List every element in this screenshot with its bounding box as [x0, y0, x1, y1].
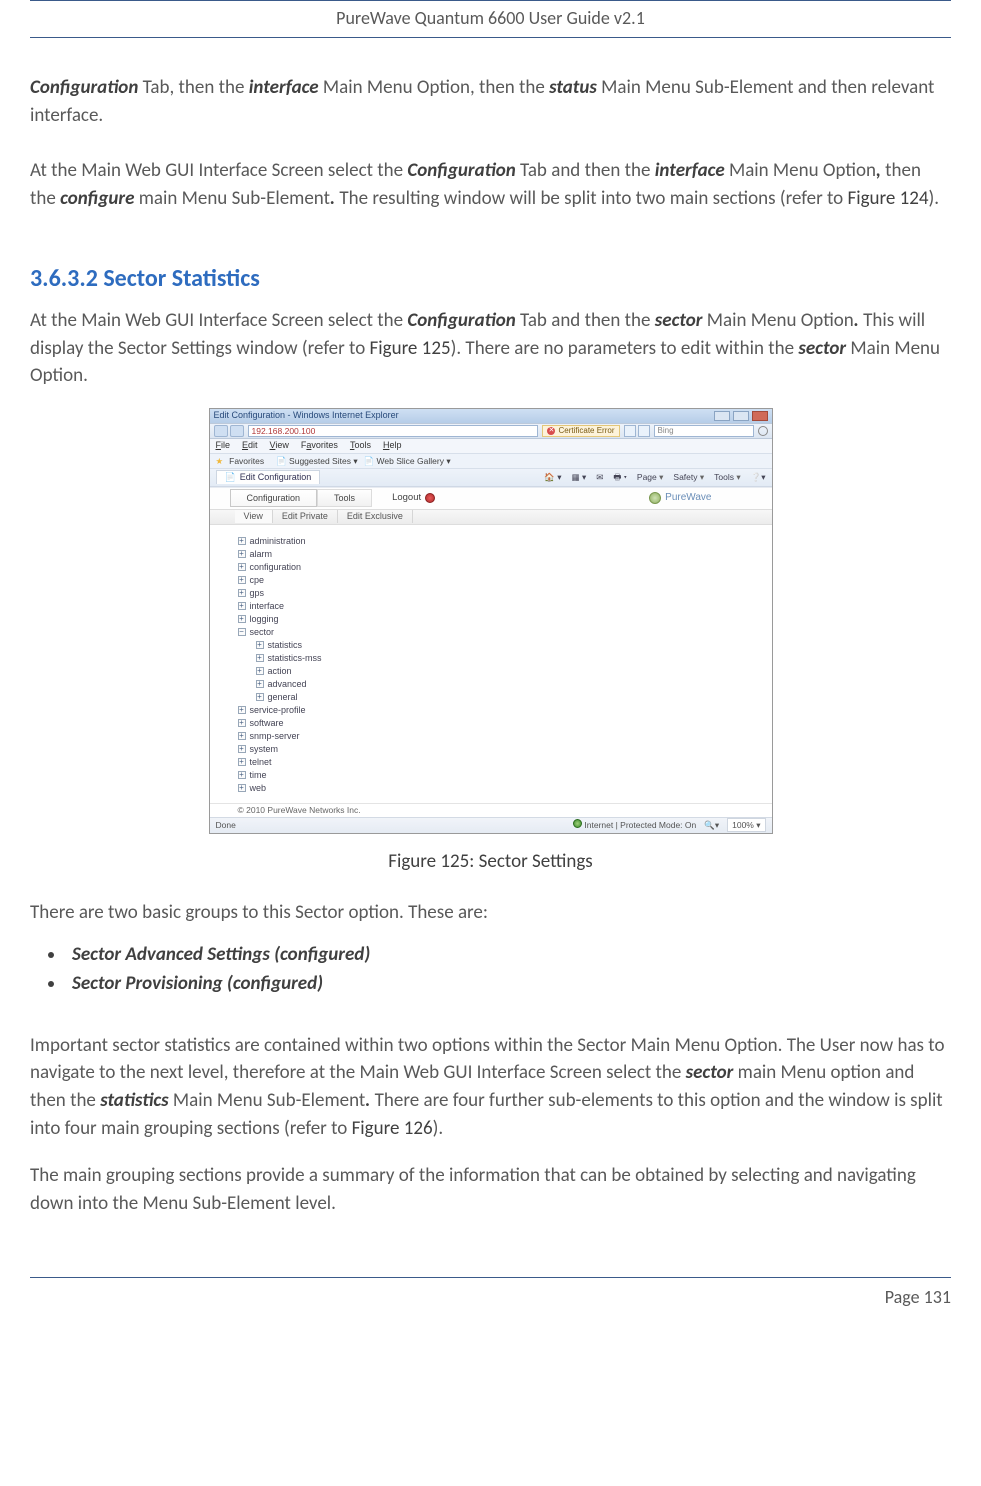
tree-item-telnet[interactable]: +telnet: [238, 756, 772, 769]
ie-safety-menu[interactable]: Safety: [673, 471, 704, 483]
figure-125-caption: Figure 125: Sector Settings: [30, 848, 951, 876]
tree-item-alarm[interactable]: +alarm: [238, 548, 772, 561]
tree-item-cpe[interactable]: +cpe: [238, 574, 772, 587]
app-copyright: © 2010 PureWave Networks Inc.: [210, 803, 772, 817]
tree-item-logging[interactable]: +logging: [238, 613, 772, 626]
figure-125-link: Figure 125: [370, 337, 451, 360]
search-icon[interactable]: [758, 426, 768, 436]
paragraph-3: At the Main Web GUI Interface Screen sel…: [30, 307, 951, 390]
menu-help[interactable]: Help: [383, 439, 402, 452]
address-bar[interactable]: 192.168.200.100: [248, 425, 539, 437]
close-button[interactable]: [752, 411, 768, 421]
tree-item-time[interactable]: +time: [238, 769, 772, 782]
statusbar-left: Done: [216, 819, 236, 831]
nav-tree: +administration +alarm +configuration +c…: [210, 525, 772, 803]
feed-icon[interactable]: ▦ ▾: [572, 471, 587, 483]
page-header: PureWave Quantum 6600 User Guide v2.1: [30, 0, 951, 38]
tree-item-web[interactable]: +web: [238, 782, 772, 795]
forward-button[interactable]: [230, 425, 244, 437]
ie-tools-menu[interactable]: Tools: [714, 471, 740, 483]
favorites-label[interactable]: Favorites: [229, 455, 264, 467]
help-icon[interactable]: ❔▾: [751, 471, 766, 483]
paragraph-5: Important sector statistics are containe…: [30, 1032, 951, 1142]
refresh-button[interactable]: [624, 425, 636, 437]
back-button[interactable]: [214, 425, 228, 437]
list-item: Sector Provisioning (configured): [66, 970, 951, 998]
browser-tab[interactable]: 📄 Edit Configuration: [216, 470, 321, 484]
zoom-level[interactable]: 100% ▾: [727, 818, 765, 832]
term-configuration: Configuration: [30, 76, 138, 99]
menu-favorites[interactable]: Favorites: [301, 439, 338, 452]
app-tab-tools[interactable]: Tools: [317, 489, 372, 507]
menu-file[interactable]: File: [216, 439, 231, 452]
view-tab-view[interactable]: View: [235, 510, 273, 523]
minimize-button[interactable]: [714, 411, 730, 421]
tree-item-service-profile[interactable]: +service-profile: [238, 704, 772, 717]
tree-item-snmp-server[interactable]: +snmp-server: [238, 730, 772, 743]
term-status: status: [549, 76, 597, 99]
page-number: Page 131: [885, 1286, 951, 1308]
brand-logo: PureWave: [649, 491, 711, 506]
favorite-suggested-sites[interactable]: 📄 Suggested Sites ▾: [276, 455, 358, 467]
tree-item-interface[interactable]: +interface: [238, 600, 772, 613]
logout-icon: [425, 493, 435, 503]
tree-item-software[interactable]: +software: [238, 717, 772, 730]
home-icon[interactable]: 🏠 ▾: [544, 471, 561, 483]
app-tab-configuration[interactable]: Configuration: [230, 489, 318, 507]
zoom-out-icon[interactable]: 🔍▾: [704, 819, 719, 831]
search-input[interactable]: Bing: [654, 425, 754, 437]
paragraph-4: There are two basic groups to this Secto…: [30, 899, 951, 927]
ie-page-menu[interactable]: Page: [637, 471, 664, 483]
view-tab-edit-private[interactable]: Edit Private: [273, 510, 338, 523]
certificate-error-badge[interactable]: ✕ Certificate Error: [542, 425, 619, 437]
section-heading: 3.6.3.2 Sector Statistics: [30, 262, 951, 297]
favorite-web-slice-gallery[interactable]: 📄 Web Slice Gallery ▾: [364, 455, 451, 467]
mail-icon[interactable]: ✉: [596, 471, 603, 483]
favorites-icon[interactable]: ★: [216, 455, 224, 467]
menu-view[interactable]: View: [270, 439, 289, 452]
page-footer: Page 131: [30, 1277, 951, 1310]
tree-item-action[interactable]: +action: [256, 665, 772, 678]
stop-button[interactable]: [638, 425, 650, 437]
certificate-error-icon: ✕: [547, 427, 555, 435]
figure-124-link: Figure 124: [847, 187, 928, 210]
tree-item-advanced[interactable]: +advanced: [256, 678, 772, 691]
paragraph-continuation: Configuration Tab, then the interface Ma…: [30, 74, 951, 129]
tree-item-statistics-mss[interactable]: +statistics-mss: [256, 652, 772, 665]
logout-button[interactable]: Logout: [392, 491, 435, 505]
term-interface: interface: [249, 76, 319, 99]
print-icon[interactable]: 🖶 ▾: [613, 471, 627, 483]
tree-item-sector[interactable]: −sector: [238, 626, 772, 639]
tree-item-configuration[interactable]: +configuration: [238, 561, 772, 574]
tree-item-system[interactable]: +system: [238, 743, 772, 756]
protected-mode-label: Internet | Protected Mode: On: [584, 820, 696, 830]
zone-icon: [573, 819, 582, 828]
page-favicon: 📄: [225, 471, 236, 484]
menu-tools[interactable]: Tools: [350, 439, 371, 452]
tree-item-general[interactable]: +general: [256, 691, 772, 704]
tree-item-statistics[interactable]: +statistics: [256, 639, 772, 652]
paragraph-6: The main grouping sections provide a sum…: [30, 1162, 951, 1217]
view-tab-edit-exclusive[interactable]: Edit Exclusive: [338, 510, 413, 523]
window-titlebar: Edit Configuration - Windows Internet Ex…: [210, 409, 772, 423]
menu-edit[interactable]: Edit: [242, 439, 258, 452]
tree-item-gps[interactable]: +gps: [238, 587, 772, 600]
maximize-button[interactable]: [733, 411, 749, 421]
brand-icon: [649, 492, 661, 504]
doc-title: PureWave Quantum 6600 User Guide v2.1: [336, 7, 645, 29]
figure-125-screenshot: Edit Configuration - Windows Internet Ex…: [30, 408, 951, 834]
list-item: Sector Advanced Settings (configured): [66, 941, 951, 969]
figure-126-link: Figure 126: [352, 1117, 433, 1140]
sector-groups-list: Sector Advanced Settings (configured) Se…: [66, 941, 951, 998]
window-title: Edit Configuration - Windows Internet Ex…: [214, 409, 399, 422]
paragraph-2: At the Main Web GUI Interface Screen sel…: [30, 157, 951, 212]
tree-item-administration[interactable]: +administration: [238, 535, 772, 548]
browser-menubar: File Edit View Favorites Tools Help: [210, 439, 772, 454]
